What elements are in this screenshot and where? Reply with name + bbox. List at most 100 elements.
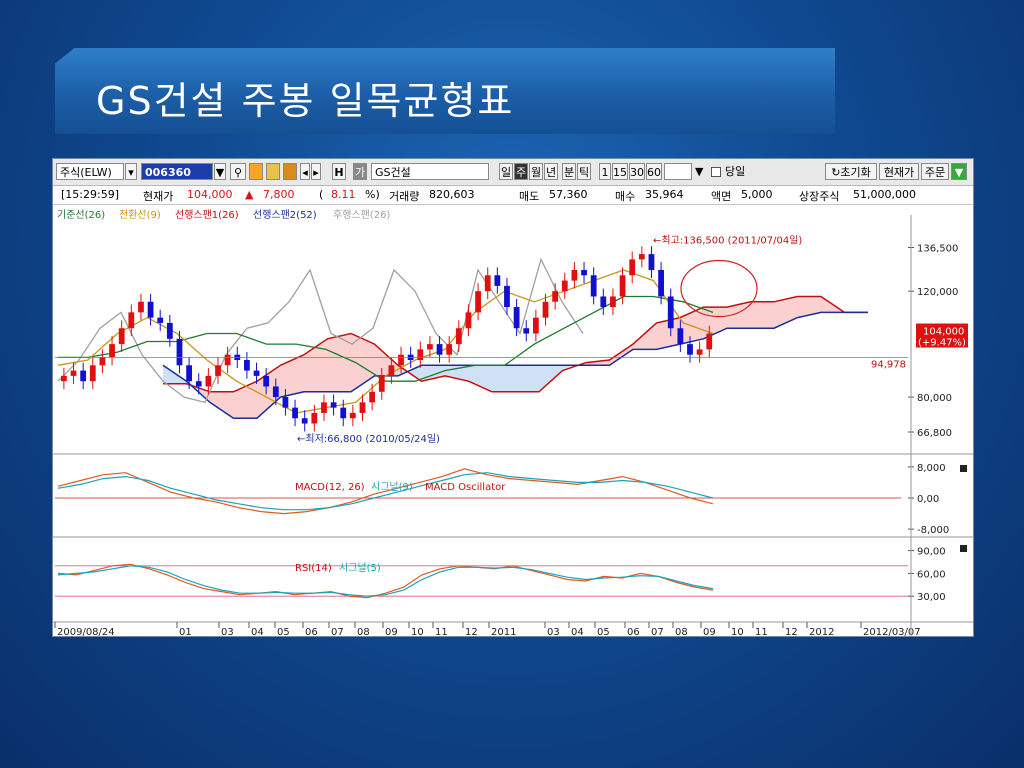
x-tick-label: 12 [465,627,478,636]
current-price-box-value: 104,000 [923,327,964,338]
h-button[interactable]: H [332,163,346,180]
x-tick-label: 11 [435,627,448,636]
interval-custom-input[interactable] [664,163,692,180]
candle-body [70,370,77,376]
volume-label: 거래량 [389,190,420,203]
period-year[interactable]: 년 [544,163,558,180]
legend-span1: 선행스팬1(26) [175,209,239,221]
interval-15[interactable]: 15 [612,163,628,180]
candle-body [427,344,433,350]
memo-icon[interactable] [266,163,280,180]
ichimoku-panel: 136,500 120,000 80,000 66,800 94,978 104,000(… [55,235,968,445]
x-tick-label: 04 [251,627,264,636]
y-tick-label: -8,000 [917,525,949,536]
stock-name-field[interactable]: GS건설 [371,163,489,180]
refresh-icon[interactable] [249,163,263,180]
candle-body [484,275,491,292]
candle-body [696,349,703,355]
interval-dropdown-icon[interactable]: ▼ [695,163,707,180]
candle-body [398,354,404,366]
candle-body [446,344,453,355]
market-select[interactable]: 주식(ELW) [56,163,124,180]
candle-body [455,328,462,345]
rsi-label2: 시그널(5) [339,562,381,574]
bid-label: 매수 [615,190,636,203]
rsi-label1: RSI(14) [295,563,332,574]
x-tick-label: 07 [331,627,344,636]
x-tick-label: 08 [675,627,688,636]
period-month[interactable]: 월 [529,163,543,180]
cloud-segment [515,365,539,392]
y-tick-label: 30,00 [917,592,946,603]
price-value: 104,000 [187,188,233,201]
y-tick-label: 80,000 [917,393,952,404]
candle-body [571,270,578,281]
next-arrow-icon[interactable]: ▸ [311,163,321,180]
candle-body [205,375,212,387]
down-arrow-icon[interactable]: ▼ [951,163,967,180]
x-tick-label: 07 [651,627,664,636]
order-button[interactable]: 주문 [921,163,949,180]
x-tick-label: 2012/03/07 [863,627,921,636]
current-price-button[interactable]: 현재가 [879,163,919,180]
y-tick-label: 120,000 [917,287,958,298]
candle-body [195,381,202,387]
current-price-box-pct: (+9.47%) [918,338,966,349]
period-tick[interactable]: 틱 [577,163,591,180]
candle-body [89,365,96,382]
candle-body [610,296,616,308]
face-label: 액면 [711,190,732,203]
candle-body [629,259,636,276]
cloud-segment [750,301,774,329]
candle-body [215,365,221,376]
low-annotation: ←최저:66,800 (2010/05/24일) [297,433,440,445]
info-bar: [15:29:59] 현재가 104,000 ▲ 7,800 ( 8.11 %)… [53,186,973,205]
reset-button[interactable]: ↻초기화 [825,163,877,180]
prev-arrow-icon[interactable]: ◂ [300,163,310,180]
candle-body [648,254,655,270]
search-icon[interactable]: ⚲ [230,163,246,180]
x-tick-label: 03 [547,627,560,636]
x-tick-label: 09 [385,627,398,636]
x-tick-label: 01 [179,627,192,636]
candle-body [436,344,443,355]
candle-body [138,301,144,313]
x-tick-label: 10 [731,627,744,636]
same-day-checkbox[interactable] [711,167,721,177]
cloud-segment [280,354,304,398]
candle-body [128,312,135,329]
candle-body [224,354,231,366]
chart-area[interactable]: 기준선(26) 전환선(9) 선행스팬1(26) 선행스팬2(52) 후행스팬(… [53,205,973,636]
market-dropdown-icon[interactable]: ▾ [125,163,137,180]
candle-body [417,349,424,360]
candle-body [600,296,607,308]
interval-60[interactable]: 60 [646,163,662,180]
period-minute[interactable]: 분 [562,163,576,180]
x-tick-label: 2009/08/24 [57,627,115,636]
candle-body [321,402,327,413]
period-week[interactable]: 주 [514,163,528,180]
candle-body [494,275,501,286]
candle-body [706,333,713,350]
y-tick-label: 60,00 [917,569,946,580]
code-dropdown-icon[interactable]: ▼ [214,163,226,180]
listed-value: 51,000,000 [853,188,916,201]
x-tick-label: 04 [571,627,584,636]
link-icon[interactable] [283,163,297,180]
interval-1[interactable]: 1 [599,163,611,180]
candle-body [388,365,395,376]
candle-body [301,418,308,424]
period-day[interactable]: 일 [499,163,513,180]
interval-30[interactable]: 30 [629,163,645,180]
rsi-signal-line [57,565,714,597]
candle-body [109,344,115,358]
candle-body [542,301,549,318]
time-stamp: [15:29:59] [61,188,119,201]
bid-value: 35,964 [645,188,684,201]
candle-body [186,365,192,382]
candle-body [475,291,481,313]
x-tick-label: 05 [597,627,610,636]
code-input[interactable]: 006360 [141,163,213,180]
name-badge: 가 [353,163,367,180]
x-tick-label: 03 [221,627,234,636]
